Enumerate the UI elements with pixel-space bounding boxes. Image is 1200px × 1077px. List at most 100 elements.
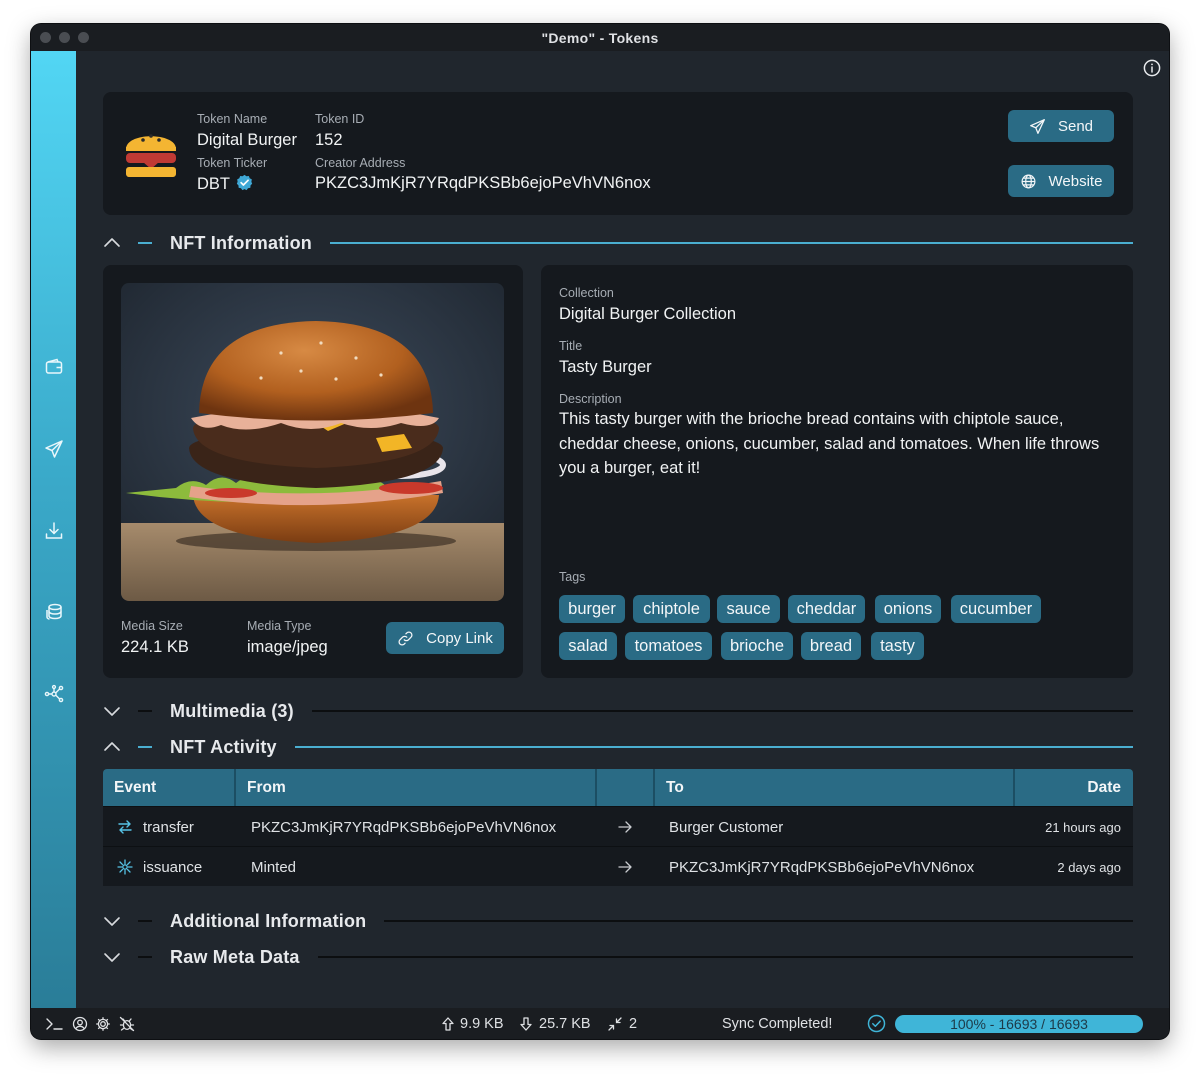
tag[interactable]: salad	[559, 632, 617, 660]
tag[interactable]: onions	[875, 595, 941, 623]
tag[interactable]: tasty	[871, 632, 924, 660]
send-icon	[1030, 118, 1045, 134]
event-cell: issuance	[143, 858, 203, 876]
chevron-down-icon[interactable]	[103, 948, 121, 966]
token-name-label: Token Name	[197, 112, 268, 126]
section-multimedia[interactable]: Multimedia (3)	[103, 701, 1133, 721]
section-raw-meta-data[interactable]: Raw Meta Data	[103, 947, 1133, 967]
column-header-event[interactable]: Event	[114, 769, 156, 806]
status-bar: 9.9 KB 25.7 KB 2 Sync Completed! 100% - …	[31, 1008, 1169, 1039]
token-header-card: Token Name Digital Burger Token Ticker D…	[103, 92, 1133, 215]
column-separator	[595, 769, 597, 806]
collection-label: Collection	[559, 286, 614, 300]
title-value: Tasty Burger	[559, 358, 652, 376]
network-icon[interactable]	[44, 684, 64, 704]
arrow-right-icon	[617, 807, 633, 847]
section-additional-information[interactable]: Additional Information	[103, 911, 1133, 931]
chevron-down-icon[interactable]	[103, 702, 121, 720]
check-circle-icon	[867, 1008, 886, 1039]
info-icon[interactable]	[1143, 59, 1161, 77]
media-size: 224.1 KB	[121, 638, 189, 656]
tag[interactable]: chiptole	[633, 595, 710, 623]
tag[interactable]: cheddar	[788, 595, 865, 623]
description-value: This tasty burger with the brioche bread…	[559, 410, 1100, 477]
section-title: Raw Meta Data	[170, 946, 300, 967]
copy-link-button[interactable]: Copy Link	[386, 622, 504, 654]
peers-icon	[607, 1008, 623, 1039]
column-header-from[interactable]: From	[247, 769, 286, 806]
section-title: Multimedia (3)	[170, 700, 294, 721]
chevron-down-icon[interactable]	[103, 912, 121, 930]
media-type: image/jpeg	[247, 638, 328, 656]
link-icon	[398, 630, 413, 646]
account-icon[interactable]	[72, 1008, 88, 1039]
tags-label: Tags	[559, 570, 586, 584]
chevron-up-icon[interactable]	[103, 738, 121, 756]
media-type-label: Media Type	[247, 619, 312, 633]
event-cell: transfer	[143, 818, 194, 836]
send-button-label: Send	[1057, 117, 1094, 135]
tag[interactable]: burger	[559, 595, 625, 623]
section-title: NFT Activity	[170, 736, 277, 757]
token-id: 152	[315, 131, 343, 149]
sync-progress-text: 100% - 16693 / 16693	[950, 1016, 1088, 1032]
column-header-to[interactable]: To	[666, 769, 684, 806]
send-icon[interactable]	[44, 439, 64, 459]
column-separator	[1013, 769, 1015, 806]
globe-icon	[1021, 174, 1036, 188]
app-window: "Demo" - Tokens Token Name Digital Burge…	[31, 24, 1169, 1039]
sync-status-text: Sync Completed!	[722, 1015, 833, 1032]
table-row[interactable]: transfer PKZC3JmKjR7YRqdPKSBb6ejoPeVhVN6…	[103, 806, 1133, 846]
wallet-icon[interactable]	[44, 357, 64, 377]
token-id-label: Token ID	[315, 112, 365, 126]
copy-link-label: Copy Link	[426, 629, 493, 647]
receive-icon[interactable]	[44, 521, 64, 541]
minimize-window-button[interactable]	[59, 32, 70, 43]
section-divider	[294, 746, 1133, 748]
collection-value: Digital Burger Collection	[559, 305, 736, 323]
column-header-date[interactable]: Date	[1087, 769, 1121, 806]
section-divider	[384, 920, 1133, 922]
sidebar	[31, 51, 76, 1008]
title-bar: "Demo" - Tokens	[31, 24, 1169, 51]
verified-badge-icon	[236, 174, 253, 191]
description-label: Description	[559, 392, 622, 406]
section-nft-activity[interactable]: NFT Activity	[103, 737, 1133, 757]
activity-table: Event From To Date transfer PKZC3JmKjR7Y…	[103, 769, 1133, 886]
tag[interactable]: bread	[801, 632, 861, 660]
token-ticker-label: Token Ticker	[197, 156, 268, 170]
maximize-window-button[interactable]	[78, 32, 89, 43]
from-cell: PKZC3JmKjR7YRqdPKSBb6ejoPeVhVN6nox	[251, 818, 557, 836]
section-dash	[138, 920, 152, 922]
send-button[interactable]: Send	[1008, 110, 1114, 142]
table-row[interactable]: issuance Minted PKZC3JmKjR7YRqdPKSBb6ejo…	[103, 846, 1133, 886]
tag[interactable]: tomatoes	[625, 632, 712, 660]
section-title: Additional Information	[170, 910, 367, 931]
upload-arrow-icon	[440, 1008, 456, 1039]
upload-amount: 9.9 KB	[460, 1015, 504, 1032]
table-header: Event From To Date	[103, 769, 1133, 806]
token-ticker-row: DBT	[197, 174, 253, 194]
chevron-up-icon[interactable]	[103, 234, 121, 252]
section-nft-information[interactable]: NFT Information	[103, 233, 1133, 253]
close-window-button[interactable]	[40, 32, 51, 43]
section-dash	[138, 710, 152, 712]
media-card: Media Size 224.1 KB Media Type image/jpe…	[103, 265, 523, 678]
tag[interactable]: brioche	[721, 632, 793, 660]
tag[interactable]: sauce	[717, 595, 780, 623]
tag[interactable]: cucumber	[951, 595, 1041, 623]
date-cell: 2 days ago	[1057, 859, 1121, 875]
section-dash	[138, 242, 152, 244]
nft-image[interactable]	[121, 283, 504, 601]
burger-logo-icon	[123, 127, 179, 181]
window-title: "Demo" - Tokens	[541, 29, 659, 46]
debug-off-icon[interactable]	[119, 1008, 135, 1039]
website-button[interactable]: Website	[1008, 165, 1114, 197]
media-size-label: Media Size	[121, 619, 183, 633]
arrow-right-icon	[617, 847, 633, 887]
peers-count: 2	[629, 1015, 638, 1032]
tokens-icon[interactable]	[44, 602, 64, 622]
transfer-icon	[117, 807, 133, 847]
terminal-icon[interactable]	[45, 1008, 63, 1039]
settings-gear-icon[interactable]	[95, 1008, 111, 1039]
